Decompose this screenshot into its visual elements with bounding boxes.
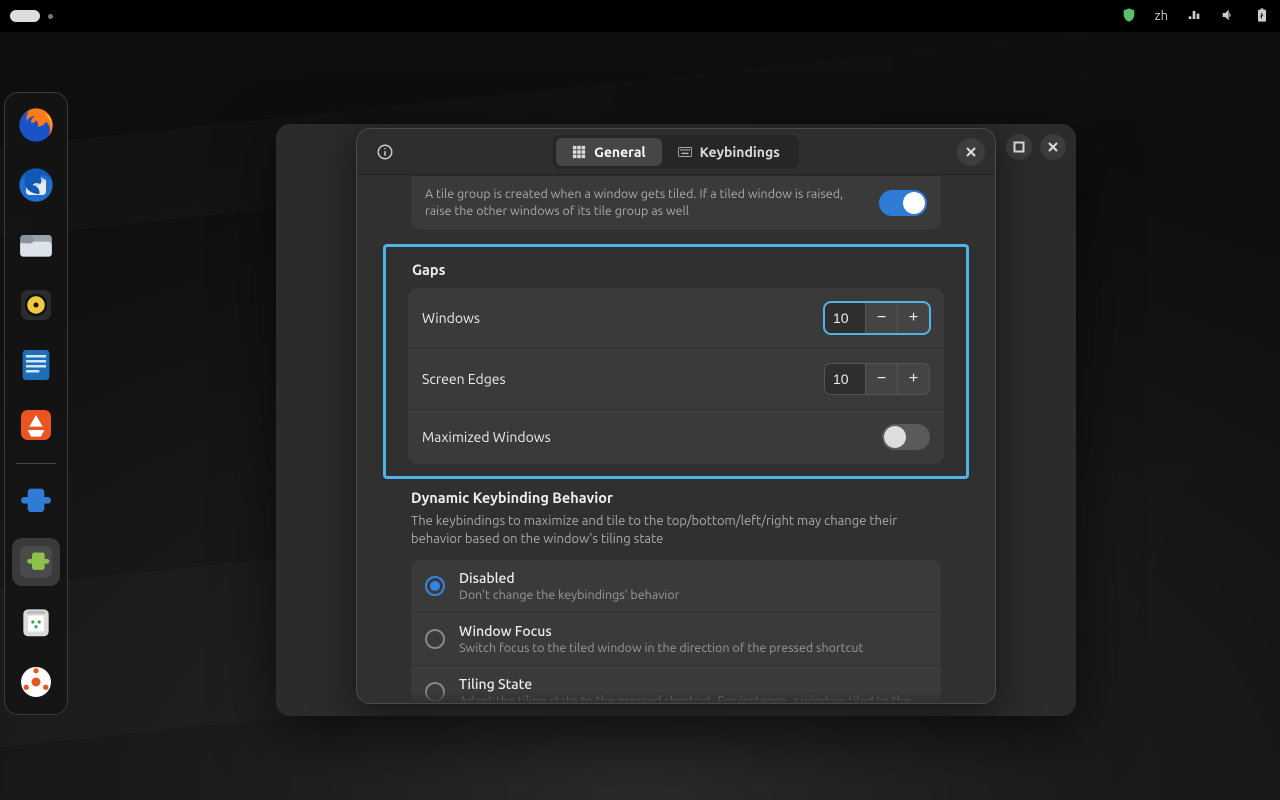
dialog-headerbar: General Keybindings [357,129,995,175]
tab-keybindings[interactable]: Keybindings [662,138,796,166]
dynamic-option-tiling[interactable]: Tiling State Adapt the tiling state to t… [411,666,941,703]
dock [4,92,68,715]
workspace-dot [48,14,53,19]
gaps-windows-label: Windows [422,310,824,326]
dynamic-option-disabled[interactable]: Disabled Don't change the keybindings' b… [411,560,941,613]
dynamic-focus-title: Window Focus [459,623,863,639]
gaps-screen-edges-row: Screen Edges − + [408,349,944,410]
radio-tiling[interactable] [425,682,445,702]
dynamic-option-focus[interactable]: Window Focus Switch focus to the tiled w… [411,613,941,666]
dock-files[interactable] [12,221,60,269]
gaps-screen-edges-decrement[interactable]: − [865,364,897,394]
dynamic-disabled-sub: Don't change the keybindings' behavior [459,588,679,602]
shield-icon [1121,7,1137,26]
tab-general[interactable]: General [556,138,662,166]
gaps-maximized-switch[interactable] [882,424,930,450]
activities-button[interactable] [10,10,40,22]
gaps-group: Windows − + Screen Edges − [408,288,944,464]
dynamic-tiling-sub: Adapt the tiling state to the pressed sh… [459,694,911,703]
battery-icon [1254,7,1270,26]
dynamic-description: The keybindings to maximize and tile to … [411,512,941,548]
gaps-screen-edges-spin: − + [824,363,930,395]
input-language[interactable]: zh [1155,9,1168,23]
top-panel: zh [0,0,1280,32]
gaps-screen-edges-label: Screen Edges [422,371,824,387]
dialog-close-button[interactable] [957,138,985,166]
dock-firefox[interactable] [12,101,60,149]
dynamic-disabled-title: Disabled [459,570,679,586]
gaps-title: Gaps [412,261,944,278]
window-maximize-button[interactable] [1006,134,1032,160]
network-icon [1186,7,1202,26]
radio-focus[interactable] [425,629,445,649]
dynamic-title: Dynamic Keybinding Behavior [411,489,941,506]
gaps-windows-spin: − + [824,302,930,334]
raise-together-description: A tile group is created when a window ge… [425,186,865,220]
gaps-windows-increment[interactable]: + [897,303,929,333]
dock-rhythmbox[interactable] [12,281,60,329]
dynamic-focus-sub: Switch focus to the tiled window in the … [459,641,863,655]
dynamic-tiling-title: Tiling State [459,676,911,692]
tab-keybindings-label: Keybindings [700,144,780,160]
tiling-preferences-dialog: General Keybindings A tile group is crea… [356,128,996,704]
tab-general-label: General [594,144,646,160]
dock-trash[interactable] [12,598,60,646]
gaps-maximized-label: Maximized Windows [422,429,882,445]
dock-show-apps[interactable] [12,658,60,706]
raise-together-switch[interactable] [879,190,927,216]
gaps-windows-input[interactable] [825,303,865,333]
extensions-window: General Keybindings A tile group is crea… [276,124,1076,716]
panel-status-area[interactable]: zh [1121,7,1270,26]
dock-thunderbird[interactable] [12,161,60,209]
dock-extensions[interactable] [12,538,60,586]
about-button[interactable] [371,138,399,166]
dock-writer[interactable] [12,341,60,389]
radio-disabled[interactable] [425,576,445,596]
raise-together-row[interactable]: A tile group is created when a window ge… [411,175,941,230]
dock-separator [16,463,56,464]
window-close-button[interactable] [1040,134,1066,160]
gaps-windows-row: Windows − + [408,288,944,349]
view-switcher: General Keybindings [553,135,799,169]
dock-software[interactable] [12,401,60,449]
dynamic-keybinding-section: Dynamic Keybinding Behavior The keybindi… [411,489,941,703]
dock-extension-blue[interactable] [12,478,60,526]
gaps-screen-edges-input[interactable] [825,364,865,394]
gaps-maximized-row: Maximized Windows [408,410,944,464]
volume-icon [1220,7,1236,26]
gaps-screen-edges-increment[interactable]: + [897,364,929,394]
gaps-section-highlight: Gaps Windows − + Screen Edges [383,244,969,479]
gaps-windows-decrement[interactable]: − [865,303,897,333]
